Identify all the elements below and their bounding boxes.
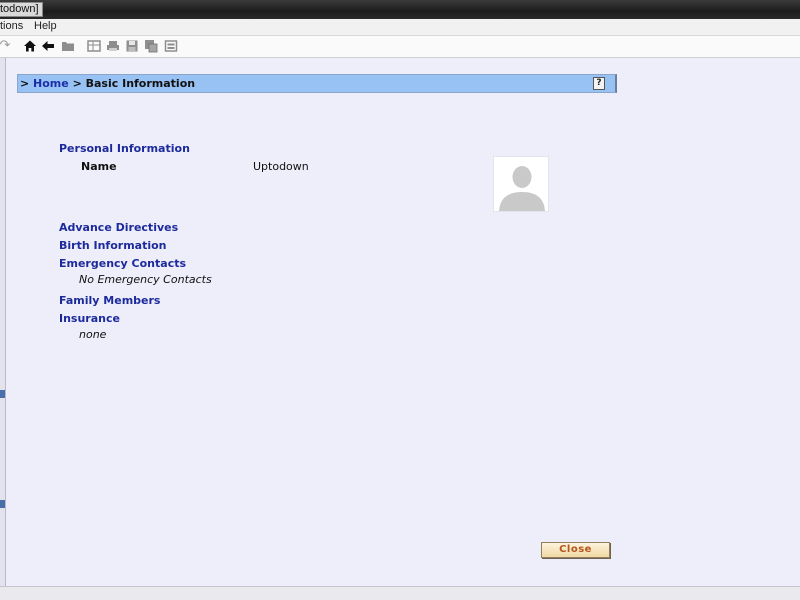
name-value: Uptodown [253,160,309,173]
folder-icon[interactable] [61,39,75,53]
breadcrumb-home-link[interactable]: Home [33,77,69,90]
window-title-bar: todown] [0,0,800,19]
emergency-contacts-value: No Emergency Contacts [79,273,212,286]
insurance-value: none [79,328,107,341]
personal-information-heading: Personal Information [59,142,190,155]
birth-information-heading[interactable]: Birth Information [59,239,167,252]
breadcrumb-trail: > Home > Basic Information [20,77,195,90]
left-panel-marker [0,500,5,508]
grid-icon[interactable] [87,39,101,53]
advance-directives-heading[interactable]: Advance Directives [59,221,178,234]
avatar [493,156,549,212]
name-label: Name [81,160,117,173]
person-silhouette-icon [499,166,545,211]
insurance-heading[interactable]: Insurance [59,312,120,325]
save-icon[interactable] [125,39,139,53]
menu-item-options[interactable]: tions [0,20,23,32]
help-button[interactable]: ? [593,77,605,90]
menu-item-help[interactable]: Help [34,20,57,32]
print-icon[interactable] [106,39,120,53]
back-arrow-icon[interactable] [41,39,55,53]
refresh-icon[interactable]: ↷ [0,39,12,53]
main-content: > Home > Basic Information ? Personal In… [6,58,800,586]
close-button[interactable]: Close [541,542,610,558]
save-as-icon[interactable] [144,39,158,53]
menu-bar: tions Help [0,19,800,36]
export-icon[interactable] [164,39,178,53]
family-members-heading[interactable]: Family Members [59,294,160,307]
left-panel-marker [0,390,5,398]
emergency-contacts-heading[interactable]: Emergency Contacts [59,257,186,270]
home-icon[interactable] [23,39,37,53]
status-bar [0,586,800,600]
breadcrumb-separator: > [68,77,86,90]
breadcrumb-current: Basic Information [85,77,196,90]
breadcrumb: > Home > Basic Information ? [17,74,617,93]
breadcrumb-prefix: > [20,77,34,90]
toolbar: ↷ [0,36,800,58]
window-title: todown] [0,2,43,17]
